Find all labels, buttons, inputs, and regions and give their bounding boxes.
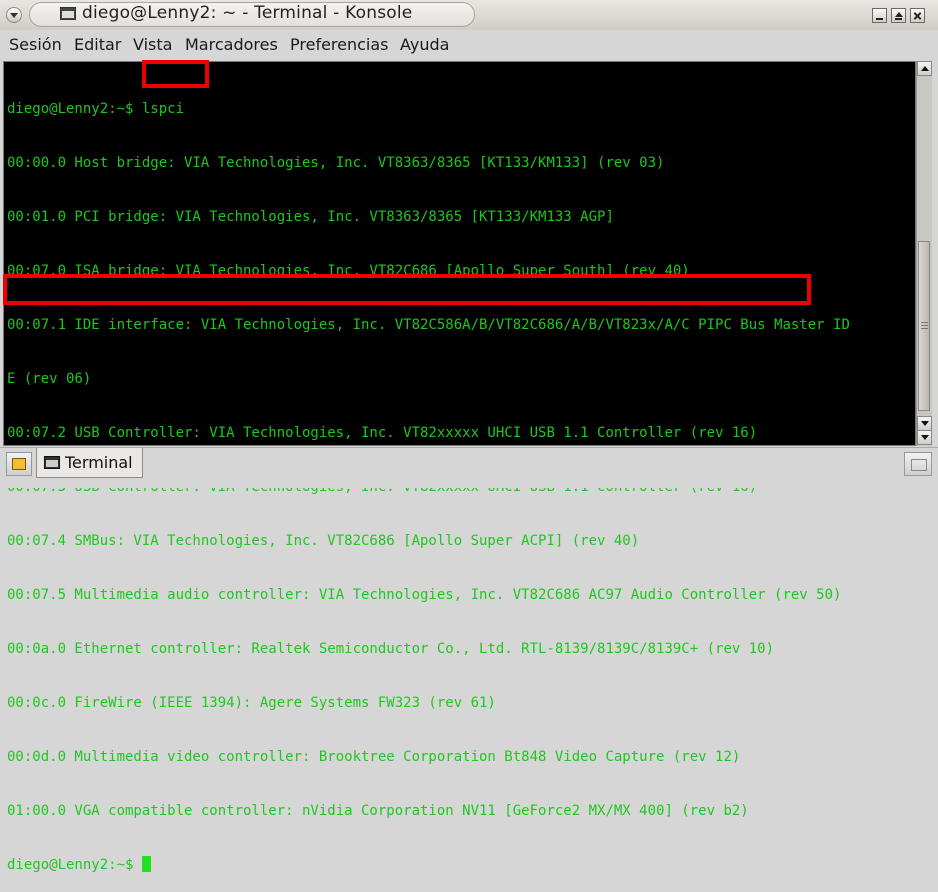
terminal-icon xyxy=(60,7,76,20)
terminal-command-line: diego@Lenny2:~$ lspci xyxy=(7,100,912,118)
output-line: 00:0c.0 FireWire (IEEE 1394): Agere Syst… xyxy=(7,695,496,711)
maximize-button[interactable] xyxy=(891,8,906,23)
tab-label: Terminal xyxy=(65,453,133,472)
output-line: 00:07.1 IDE interface: VIA Technologies,… xyxy=(7,317,850,333)
session-tab-bar: Terminal xyxy=(0,447,938,488)
grip-line xyxy=(921,325,928,326)
scroll-up-icon[interactable] xyxy=(917,61,932,76)
vertical-scrollbar[interactable] xyxy=(916,61,932,446)
menu-marcadores[interactable]: Marcadores xyxy=(185,35,278,54)
menu-sesion[interactable]: Sesión xyxy=(9,35,62,54)
terminal-final-prompt: diego@Lenny2:~$ xyxy=(7,856,912,874)
close-session-icon[interactable] xyxy=(904,452,932,476)
terminal-icon xyxy=(44,456,60,469)
output-line: 00:0a.0 Ethernet controller: Realtek Sem… xyxy=(7,641,775,657)
output-line: 00:07.2 USB Controller: VIA Technologies… xyxy=(7,425,758,441)
output-line: E (rev 06) xyxy=(7,371,92,387)
close-button[interactable] xyxy=(910,8,925,23)
scroll-down-icon[interactable] xyxy=(917,416,932,431)
output-line: 00:07.4 SMBus: VIA Technologies, Inc. VT… xyxy=(7,533,640,549)
command-highlight-box xyxy=(142,60,209,88)
command: lspci xyxy=(141,101,185,117)
menu-preferencias[interactable]: Preferencias xyxy=(290,35,389,54)
output-line: 00:00.0 Host bridge: VIA Technologies, I… xyxy=(7,155,665,171)
output-line: 00:01.0 PCI bridge: VIA Technologies, In… xyxy=(7,209,614,225)
window-menu-icon[interactable] xyxy=(6,7,22,23)
menu-vista[interactable]: Vista xyxy=(133,35,172,54)
menu-ayuda[interactable]: Ayuda xyxy=(400,35,449,54)
new-session-icon[interactable] xyxy=(6,452,32,476)
output-line: 01:00.0 VGA compatible controller: nVidi… xyxy=(7,803,749,819)
menu-bar: Sesión Editar Vista Marcadores Preferenc… xyxy=(0,30,938,60)
minimize-button[interactable] xyxy=(872,8,887,23)
scroll-thumb[interactable] xyxy=(918,241,930,411)
prompt: diego@Lenny2:~$ xyxy=(7,857,142,873)
scroll-down-icon[interactable] xyxy=(917,430,932,445)
grip-line xyxy=(921,328,928,329)
window-title: diego@Lenny2: ~ - Terminal - Konsole xyxy=(82,3,413,23)
device-highlight-box xyxy=(3,274,811,305)
grip-line xyxy=(921,322,928,323)
output-line-highlighted: 00:0d.0 Multimedia video controller: Bro… xyxy=(7,749,741,765)
output-line: 00:07.5 Multimedia audio controller: VIA… xyxy=(7,587,842,603)
title-bar: diego@Lenny2: ~ - Terminal - Konsole xyxy=(0,0,938,30)
prompt: diego@Lenny2:~$ xyxy=(7,101,142,117)
tab-terminal[interactable]: Terminal xyxy=(36,448,143,478)
menu-editar[interactable]: Editar xyxy=(74,35,121,54)
text-cursor xyxy=(141,856,151,872)
